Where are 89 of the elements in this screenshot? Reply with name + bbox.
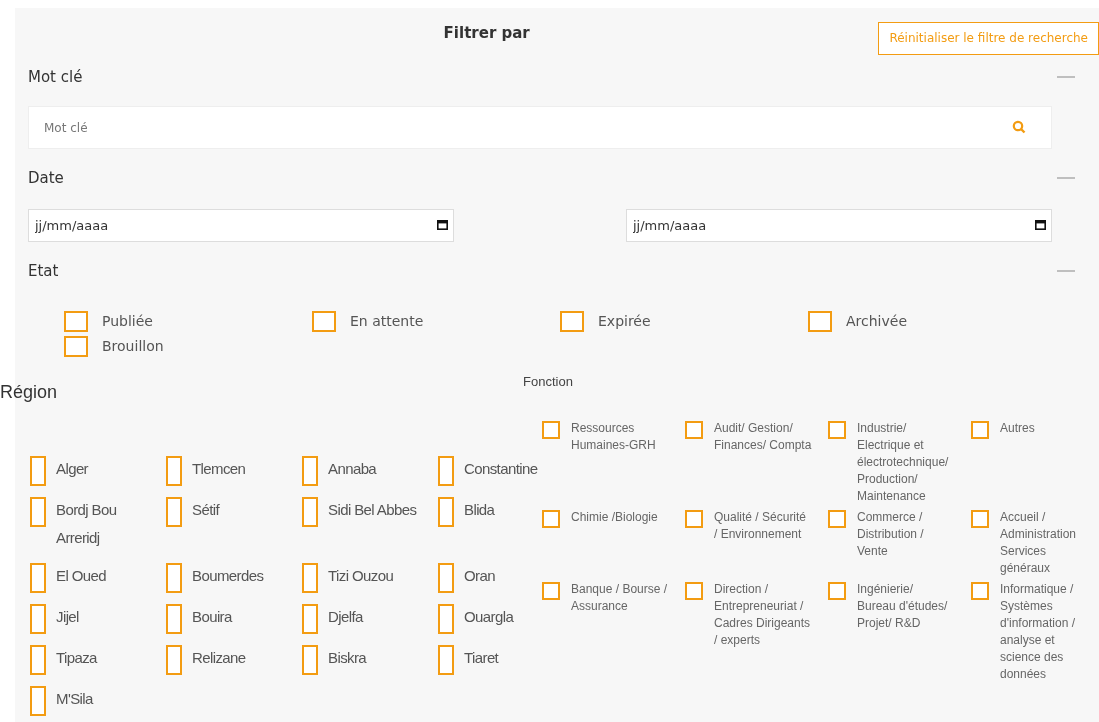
checkbox-label: Oran [464,566,495,586]
date-field[interactable]: jj/mm/aaaa [626,209,1052,242]
checkbox-label: Jijel [56,607,79,627]
checkbox[interactable] [828,582,846,600]
checkbox-label: Bouira [192,607,232,627]
checkbox[interactable] [30,563,46,593]
checkbox[interactable] [542,421,560,439]
checkbox-label: Archivée [846,312,907,331]
checkbox-label: En attente [350,312,424,331]
checkbox[interactable] [685,582,703,600]
checkbox[interactable] [828,510,846,528]
checkbox[interactable] [560,311,584,332]
checkbox[interactable] [438,604,454,634]
checkbox[interactable] [438,563,454,593]
checkbox-label: El Oued [56,566,106,586]
checkbox-label: Expirée [598,312,651,331]
date-field[interactable]: jj/mm/aaaa [28,209,454,242]
checkbox-label: Ressources Humaines-GRH [571,420,657,454]
checkbox[interactable] [30,456,46,486]
checkbox[interactable] [438,645,454,675]
search-icon[interactable] [1012,120,1026,134]
checkbox-label: Annaba [328,459,377,479]
checkbox-label: Direction / Entrepreneuriat / Cadres Dirigeants / experts [714,581,812,649]
checkbox[interactable] [64,336,88,357]
checkbox-label: Chimie /Biologie [571,509,658,526]
checkbox[interactable] [166,497,182,527]
section-title: Région [0,382,59,403]
checkbox[interactable] [312,311,336,332]
checkbox[interactable] [302,645,318,675]
section-title: Mot clé [28,68,83,86]
checkbox-label: Autres [1000,420,1035,437]
checkbox[interactable] [971,582,989,600]
calendar-icon[interactable] [1035,220,1046,230]
checkbox-label: Tiaret [464,648,499,668]
checkbox[interactable] [166,604,182,634]
keyword-search-field[interactable]: Mot clé [28,106,1052,149]
checkbox-label: Sétif [192,500,219,520]
checkbox[interactable] [542,510,560,528]
checkbox[interactable] [685,421,703,439]
checkbox[interactable] [302,456,318,486]
checkbox[interactable] [30,497,46,527]
checkbox-label: Informatique / Systèmes d'information / analyse et science des données [1000,581,1076,683]
checkbox-label: Relizane [192,648,246,668]
checkbox-label: Blida [464,500,495,520]
checkbox-label: Audit/ Gestion/ Finances/ Compta [714,420,812,454]
checkbox-label: Bordj Bou Arreridj [56,500,118,548]
checkbox-label: Alger [56,459,89,479]
checkbox[interactable] [302,497,318,527]
checkbox-label: Biskra [328,648,367,668]
checkbox-label: Publiée [102,312,153,331]
panel-title: Filtrer par [442,24,531,42]
checkbox[interactable] [685,510,703,528]
checkbox-label: Ingénierie/ Bureau d'études/ Projet/ R&D [857,581,949,632]
checkbox[interactable] [30,686,46,716]
checkbox[interactable] [64,311,88,332]
calendar-icon[interactable] [437,220,448,230]
checkbox-label: M'Sila [56,689,93,709]
checkbox-label: Boumerdes [192,566,264,586]
section-title: Fonction [523,374,574,389]
checkbox[interactable] [438,456,454,486]
checkbox[interactable] [808,311,832,332]
checkbox[interactable] [971,510,989,528]
checkbox[interactable] [438,497,454,527]
checkbox[interactable] [166,563,182,593]
checkbox-label: Ouargla [464,607,514,627]
checkbox[interactable] [302,604,318,634]
checkbox[interactable] [971,421,989,439]
checkbox-label: Accueil / Administration Services généraux [1000,509,1078,577]
checkbox-label: Tlemcen [192,459,246,479]
checkbox-label: Sidi Bel Abbes [328,500,417,520]
checkbox-label: Djelfa [328,607,363,627]
checkbox-label: Tizi Ouzou [328,566,394,586]
checkbox[interactable] [30,645,46,675]
checkbox[interactable] [828,421,846,439]
checkbox-label: Brouillon [102,337,164,356]
checkbox[interactable] [166,645,182,675]
checkbox[interactable] [302,563,318,593]
section-title: Date [28,169,64,187]
section-title: Etat [28,262,59,280]
checkbox-label: Banque / Bourse / Assurance [571,581,669,615]
checkbox-label: Industrie/ Electrique et électrotechnique/ Production/ Maintenance [857,420,950,505]
checkbox-label: Qualité / Sécurité / Environnement [714,509,808,543]
checkbox-label: Constantine [464,459,538,479]
checkbox-label: Tipaza [56,648,97,668]
checkbox[interactable] [30,604,46,634]
checkbox-label: Commerce / Distribution / Vente [857,509,925,560]
checkbox[interactable] [542,582,560,600]
reset-filter-button[interactable]: Réinitialiser le filtre de recherche [878,21,1099,55]
checkbox[interactable] [166,456,182,486]
